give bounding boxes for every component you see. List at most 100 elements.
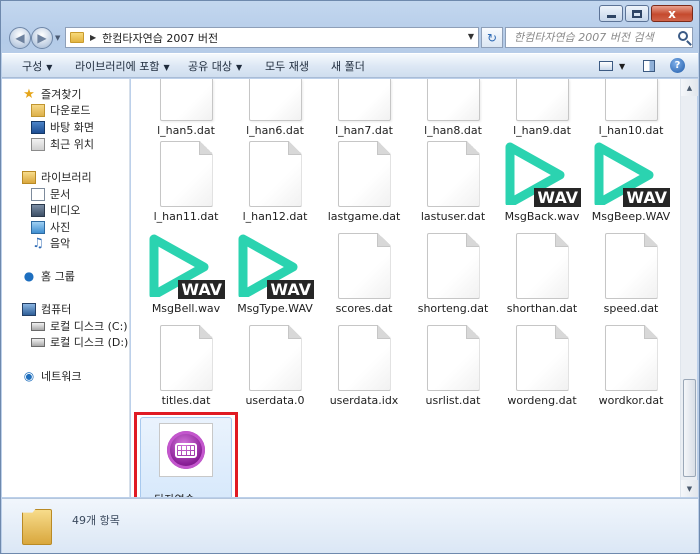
document-file-icon xyxy=(604,325,658,391)
organize-button[interactable]: 구성 ▼ xyxy=(22,58,52,74)
drive-icon xyxy=(31,337,45,347)
file-item[interactable]: 타자연습.exe xyxy=(142,417,230,497)
file-item[interactable]: userdata.0 xyxy=(231,325,319,407)
file-item[interactable]: titles.dat xyxy=(142,325,230,407)
nav-computer[interactable]: 컴퓨터 xyxy=(22,301,71,317)
document-file-icon xyxy=(426,233,480,299)
details-pane: 49개 항목 xyxy=(2,498,698,553)
nav-music[interactable]: ♫ 음악 xyxy=(31,235,70,251)
file-item[interactable]: shorthan.dat xyxy=(498,233,586,315)
search-box[interactable] xyxy=(505,27,693,48)
scroll-thumb[interactable] xyxy=(683,379,696,477)
nav-recent-label: 최근 위치 xyxy=(50,138,94,151)
explorer-window: x ◀ ▶ ▼ ▶ 한컴타자연습 2007 버전 ▼ ↻ 구성▼ 라이브러리에 … xyxy=(0,0,700,554)
search-icon[interactable] xyxy=(678,31,688,41)
share-with-label: 공유 대상 xyxy=(188,60,232,73)
nav-local-disk-c[interactable]: 로컬 디스크 (C:) xyxy=(31,318,128,334)
back-button[interactable]: ◀ xyxy=(9,27,31,49)
nav-libraries[interactable]: 라이브러리 xyxy=(22,169,92,185)
include-in-library-button[interactable]: 라이브러리에 포함 ▼ xyxy=(75,58,170,74)
refresh-button[interactable]: ↻ xyxy=(481,27,503,48)
file-item[interactable]: wordeng.dat xyxy=(498,325,586,407)
nav-network[interactable]: ◉ 네트워크 xyxy=(22,368,82,384)
document-file-icon xyxy=(604,233,658,299)
close-button[interactable]: x xyxy=(651,5,693,22)
document-file-icon xyxy=(159,141,213,207)
file-name-label: 타자연습.exe xyxy=(154,491,218,497)
file-item[interactable]: WAV MsgBack.wav xyxy=(498,141,586,223)
help-button[interactable]: ? xyxy=(670,57,685,73)
nav-computer-label: 컴퓨터 xyxy=(41,303,72,316)
preview-pane-button[interactable] xyxy=(643,58,655,74)
refresh-icon: ↻ xyxy=(486,30,498,45)
forward-button[interactable]: ▶ xyxy=(31,27,53,49)
arrow-right-icon: ▶ xyxy=(37,31,47,45)
scroll-down-button[interactable]: ▼ xyxy=(681,480,698,497)
typing-app-icon xyxy=(159,423,213,477)
address-bar[interactable]: ▶ 한컴타자연습 2007 버전 ▼ xyxy=(65,27,479,48)
nav-desktop[interactable]: 바탕 화면 xyxy=(31,119,94,135)
nav-pictures-label: 사진 xyxy=(50,221,71,234)
share-with-button[interactable]: 공유 대상 ▼ xyxy=(188,58,242,74)
item-count: 49개 항목 xyxy=(72,514,120,527)
nav-recent-places[interactable]: 최근 위치 xyxy=(31,136,94,152)
nav-local-disk-d[interactable]: 로컬 디스크 (D:) xyxy=(31,334,128,350)
file-item[interactable]: WAV MsgBeep.WAV xyxy=(587,141,675,223)
breadcrumb-chevron-icon[interactable]: ▶ xyxy=(90,33,96,42)
file-name-label: MsgBell.wav xyxy=(151,302,221,315)
navigation-row: ◀ ▶ ▼ ▶ 한컴타자연습 2007 버전 ▼ ↻ xyxy=(7,25,695,51)
maximize-button[interactable] xyxy=(625,5,649,22)
pictures-icon xyxy=(31,220,45,234)
file-item[interactable]: l_han12.dat xyxy=(231,141,319,223)
scroll-up-button[interactable]: ▲ xyxy=(681,79,698,96)
wav-audio-icon: WAV xyxy=(503,141,581,207)
file-item[interactable]: WAV MsgType.WAV xyxy=(231,233,319,315)
wav-badge: WAV xyxy=(534,188,581,207)
file-item[interactable]: usrlist.dat xyxy=(409,325,497,407)
nav-documents[interactable]: 문서 xyxy=(31,186,70,202)
file-item[interactable]: l_han8.dat xyxy=(409,79,497,137)
file-item[interactable]: speed.dat xyxy=(587,233,675,315)
nav-homegroup[interactable]: ● 홈 그룹 xyxy=(22,268,75,284)
file-name-label: shorteng.dat xyxy=(417,302,489,315)
file-item[interactable]: userdata.idx xyxy=(320,325,408,407)
file-list: l_han5.dat l_han6.dat l_han7.dat l_han8.dat… xyxy=(131,79,680,497)
file-item[interactable]: l_han11.dat xyxy=(142,141,230,223)
document-file-icon xyxy=(426,325,480,391)
breadcrumb-current-folder[interactable]: 한컴타자연습 2007 버전 xyxy=(102,30,218,46)
file-item[interactable]: lastgame.dat xyxy=(320,141,408,223)
file-item[interactable]: l_han9.dat xyxy=(498,79,586,137)
vertical-scrollbar[interactable]: ▲ ▼ xyxy=(680,79,698,497)
search-input[interactable] xyxy=(514,31,674,44)
file-item[interactable]: l_han5.dat xyxy=(142,79,230,137)
file-item[interactable]: scores.dat xyxy=(320,233,408,315)
file-item[interactable]: lastuser.dat xyxy=(409,141,497,223)
drive-icon xyxy=(31,321,45,331)
file-item[interactable]: wordkor.dat xyxy=(587,325,675,407)
preview-pane-icon xyxy=(643,60,655,72)
change-view-button[interactable]: ▼ xyxy=(599,58,625,74)
nav-homegroup-label: 홈 그룹 xyxy=(41,270,75,283)
document-file-icon xyxy=(515,325,569,391)
nav-downloads[interactable]: 다운로드 xyxy=(31,102,90,118)
file-item[interactable]: WAV MsgBell.wav xyxy=(142,233,230,315)
file-name-label: scores.dat xyxy=(335,302,393,315)
address-dropdown-icon[interactable]: ▼ xyxy=(468,32,474,41)
nav-pictures[interactable]: 사진 xyxy=(31,219,70,235)
music-icon: ♫ xyxy=(32,235,44,251)
play-all-button[interactable]: 모두 재생 xyxy=(265,58,309,74)
file-item[interactable]: l_han6.dat xyxy=(231,79,319,137)
caption-buttons: x xyxy=(599,5,693,22)
file-name-label: lastgame.dat xyxy=(327,210,401,223)
file-name-label: speed.dat xyxy=(603,302,659,315)
new-folder-button[interactable]: 새 폴더 xyxy=(331,58,365,74)
nav-videos[interactable]: 비디오 xyxy=(31,202,80,218)
desktop-icon xyxy=(31,120,45,134)
new-folder-label: 새 폴더 xyxy=(331,60,365,73)
file-item[interactable]: l_han10.dat xyxy=(587,79,675,137)
minimize-button[interactable] xyxy=(599,5,623,22)
file-item[interactable]: shorteng.dat xyxy=(409,233,497,315)
nav-favorites[interactable]: ★ 즐겨찾기 xyxy=(22,86,81,102)
file-item[interactable]: l_han7.dat xyxy=(320,79,408,137)
recent-pages-dropdown[interactable]: ▼ xyxy=(55,34,60,42)
